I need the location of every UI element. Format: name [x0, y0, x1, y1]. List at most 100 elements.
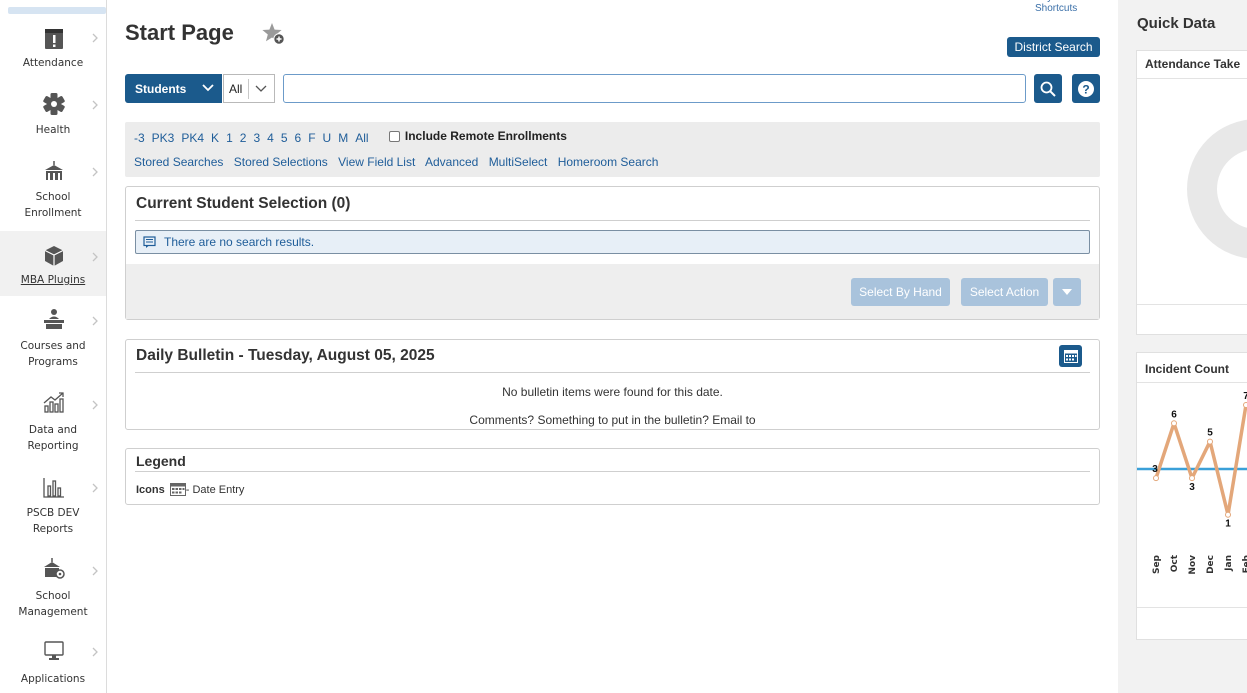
search-type-select[interactable]: Students [125, 74, 222, 103]
sidebar-item-school-enrollment[interactable]: School Enrollment [0, 152, 106, 224]
chevron-right-icon [92, 252, 98, 262]
stored-searches-link[interactable]: Stored Searches [134, 155, 223, 169]
grade-filter-row: -3 PK3 PK4 K 1 2 3 4 5 6 F U M All Include Remote Enr… [134, 129, 567, 145]
page-title: Start Page [125, 20, 234, 45]
view-field-list-link[interactable]: View Field List [338, 155, 415, 169]
help-button[interactable]: ? [1072, 74, 1100, 103]
search-scope-select[interactable]: All [223, 74, 275, 103]
sidebar-item-attendance[interactable]: Attendance [0, 18, 106, 78]
chevron-down-icon [202, 84, 214, 92]
search-filters: -3 PK3 PK4 K 1 2 3 4 5 6 F U M All Include Remote Enr… [125, 122, 1100, 177]
current-selection-title: Current Student Selection (0) [136, 195, 351, 212]
bulletin-empty-text: No bulletin items were found for this da… [502, 385, 723, 399]
divider [1137, 607, 1247, 608]
quick-data-panel: Quick Data Attendance Take Incident Coun… [1118, 0, 1247, 693]
no-results-text: There are no search results. [164, 235, 315, 249]
sidebar-item-courses-programs[interactable]: Courses and Programs [0, 300, 106, 378]
data-point[interactable] [1225, 511, 1231, 518]
legend-row: Icons - Date Entry [136, 483, 244, 496]
include-remote-checkbox[interactable]: Include Remote Enrollments [388, 129, 567, 143]
grade-link[interactable]: 5 [281, 131, 288, 145]
health-icon [43, 93, 65, 115]
grade-link[interactable]: PK4 [181, 131, 204, 145]
divider [135, 471, 1090, 472]
chevron-right-icon [92, 400, 98, 410]
data-point[interactable] [1207, 438, 1213, 445]
sidebar-item-label: School Management [18, 590, 88, 618]
select-action-button[interactable]: Select Action [961, 278, 1048, 306]
sidebar-item-label: Health [35, 124, 71, 136]
grade-link[interactable]: U [323, 131, 332, 145]
data-point[interactable] [1171, 420, 1177, 427]
district-search-button[interactable]: District Search [1007, 37, 1100, 57]
data-label: 6 [1171, 409, 1177, 420]
data-label: 3 [1189, 482, 1195, 493]
chevron-right-icon [92, 167, 98, 177]
grade-link[interactable]: -3 [134, 131, 145, 145]
chevron-right-icon [92, 647, 98, 657]
x-tick-label: Jan [1224, 555, 1234, 572]
sidebar-top-indicator [8, 7, 106, 14]
include-remote-label: Include Remote Enrollments [404, 129, 567, 143]
multiselect-link[interactable]: MultiSelect [489, 155, 548, 169]
checkbox-box[interactable] [388, 130, 400, 142]
search-type-label: Students [135, 81, 187, 96]
attendance-card: Attendance Take [1136, 50, 1247, 335]
incident-card-title: Incident Count [1145, 362, 1229, 376]
bulletin-calendar-button[interactable] [1059, 345, 1082, 367]
sidebar-item-label: Attendance [22, 57, 84, 69]
school-enrollment-icon [45, 161, 63, 180]
stored-selections-link[interactable]: Stored Selections [234, 155, 328, 169]
current-selection-panel: Current Student Selection (0) There are … [125, 186, 1100, 320]
school-management-icon [44, 558, 65, 579]
keyboard-shortcuts-link[interactable]: Keyboard Shortcuts [1035, 0, 1118, 14]
reports-icon [43, 478, 64, 498]
incident-card: Incident Count 3 6 3 5 1 7 Sep Oct Nov Dec Jan Feb [1136, 352, 1247, 640]
data-label: 3 [1152, 464, 1158, 475]
data-reporting-icon [43, 392, 64, 413]
grade-link[interactable]: 6 [295, 131, 302, 145]
grade-link[interactable]: 2 [240, 131, 247, 145]
sidebar-item-pscb-dev-reports[interactable]: PSCB DEV Reports [0, 468, 106, 544]
grade-link[interactable]: 1 [226, 131, 233, 145]
grade-link[interactable]: M [338, 131, 348, 145]
grade-link[interactable]: 3 [253, 131, 260, 145]
no-results-notice: There are no search results. [135, 230, 1090, 254]
sidebar-item-data-reporting[interactable]: Data and Reporting [0, 385, 106, 461]
incident-line-chart: 3 6 3 5 1 7 Sep Oct Nov Dec Jan Feb [1137, 391, 1247, 575]
select-by-hand-button[interactable]: Select By Hand [851, 278, 950, 306]
homeroom-search-link[interactable]: Homeroom Search [558, 155, 659, 169]
advanced-link[interactable]: Advanced [425, 155, 478, 169]
sidebar-item-applications[interactable]: Applications [0, 634, 106, 693]
grade-link[interactable]: F [308, 131, 315, 145]
search-button[interactable] [1034, 74, 1062, 103]
courses-icon [44, 309, 64, 329]
search-input[interactable] [283, 74, 1026, 103]
legend-panel: Legend Icons - Date Entry [125, 448, 1100, 505]
data-label: 7 [1243, 391, 1247, 402]
sidebar-item-health[interactable]: Health [0, 85, 106, 145]
sidebar-item-label: School Enrollment [24, 191, 82, 219]
select-action-dropdown[interactable] [1053, 278, 1081, 306]
x-tick-label: Sep [1152, 554, 1162, 574]
add-favorite-star-icon[interactable] [261, 21, 287, 47]
grade-link[interactable]: K [211, 131, 219, 145]
search-links-row: Stored Searches Stored Selections View F… [134, 155, 665, 169]
grade-link[interactable]: PK3 [152, 131, 175, 145]
bulletin-comments-text: Comments? Something to put in the bullet… [469, 413, 756, 427]
grade-link[interactable]: All [355, 131, 368, 145]
x-tick-label: Feb [1242, 554, 1247, 573]
legend-date-entry-label: - Date Entry [185, 483, 245, 496]
chevron-right-icon [92, 566, 98, 576]
data-point[interactable] [1243, 402, 1247, 408]
data-label: 5 [1207, 428, 1213, 439]
sidebar-item-school-management[interactable]: School Management [0, 551, 106, 627]
data-point[interactable] [1153, 475, 1159, 482]
divider [135, 372, 1090, 373]
chevron-down-icon [255, 85, 267, 92]
series-line [1154, 404, 1247, 517]
sidebar-item-mba-plugins[interactable]: MBA Plugins [0, 231, 106, 296]
data-point[interactable] [1189, 475, 1195, 482]
grade-link[interactable]: 4 [267, 131, 274, 145]
donut-segment [1187, 119, 1247, 259]
